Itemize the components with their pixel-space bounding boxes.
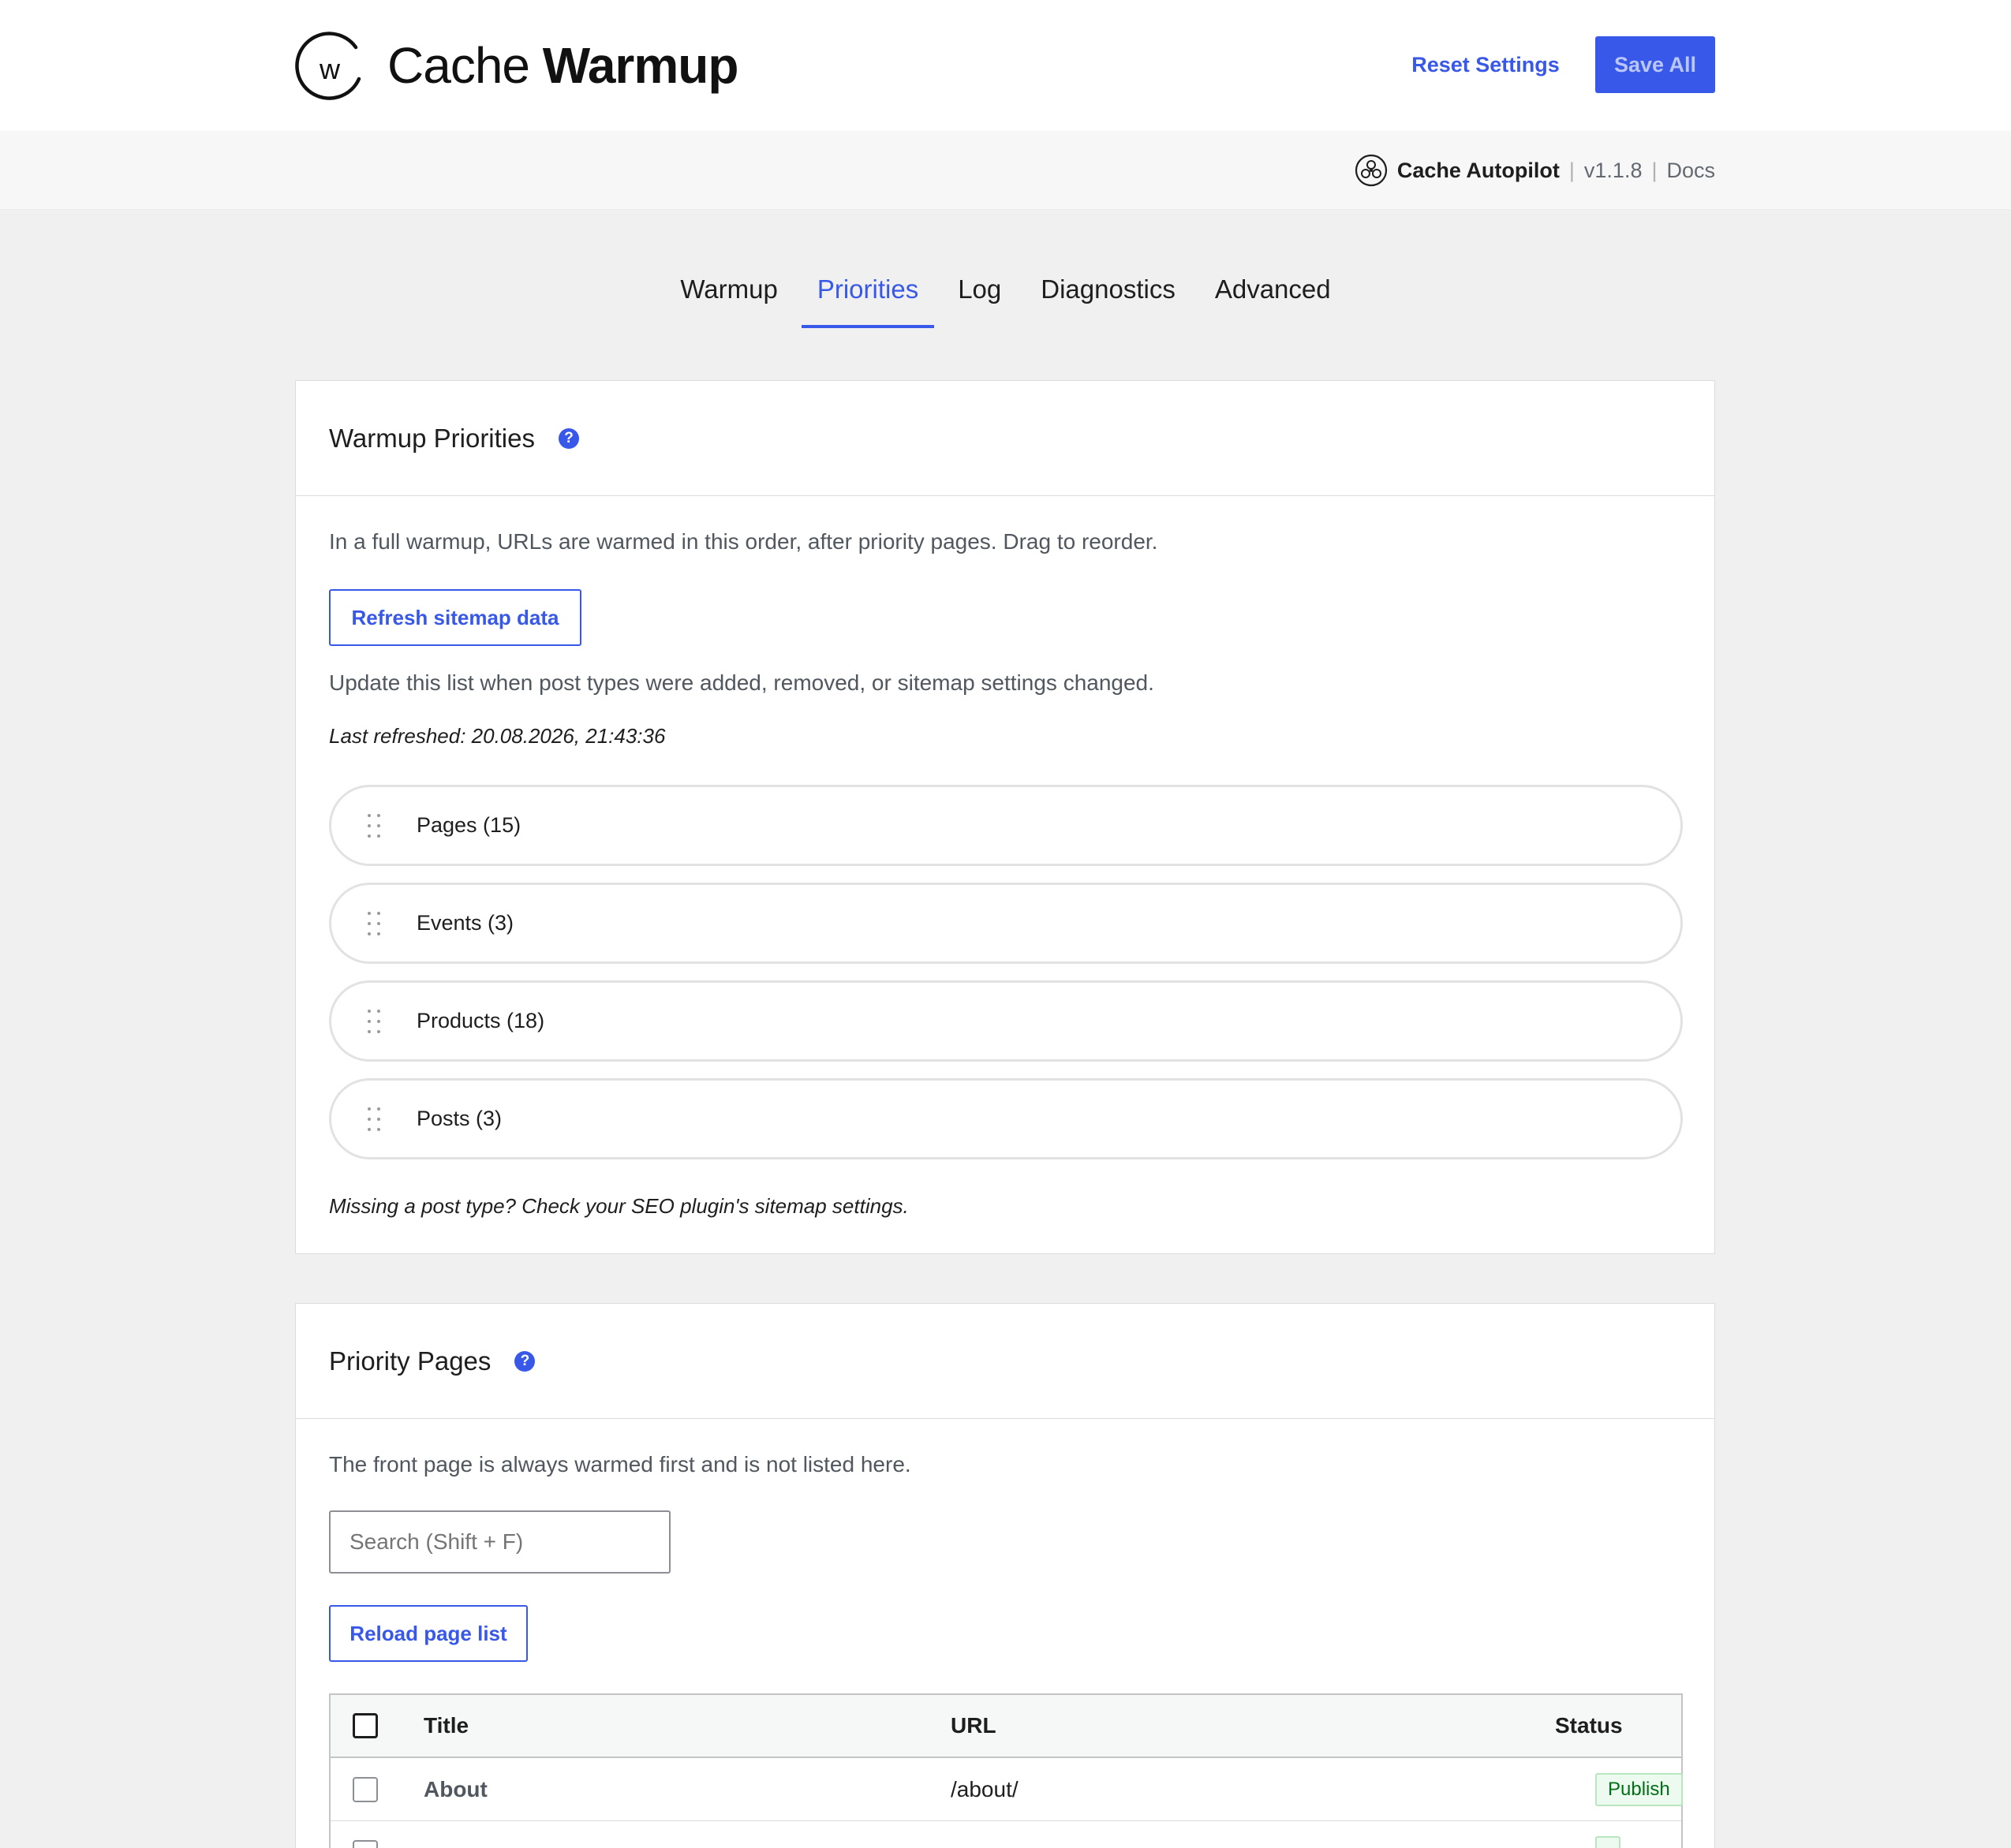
row-checkbox[interactable] — [353, 1839, 378, 1848]
drag-handle-icon[interactable] — [368, 1009, 382, 1033]
post-type-label: Pages (15) — [417, 813, 521, 837]
post-type-item[interactable]: Pages (15) — [329, 785, 1683, 866]
drag-handle-icon[interactable] — [368, 1107, 382, 1131]
post-type-label: Events (3) — [417, 911, 514, 935]
separator: | — [1568, 158, 1575, 182]
warmup-priorities-card: Warmup Priorities ? In a full warmup, UR… — [295, 380, 1715, 1254]
cache-warmup-logo-icon: w — [295, 31, 361, 100]
post-type-item[interactable]: Products (18) — [329, 980, 1683, 1062]
card-title: Warmup Priorities — [329, 423, 535, 453]
table-row[interactable] — [331, 1821, 1681, 1848]
help-icon[interactable]: ? — [514, 1350, 536, 1372]
refresh-hint: Update this list when post types were ad… — [329, 670, 1154, 695]
product-info: Cache Autopilot | v1.1.8 | Docs — [1355, 154, 1715, 187]
reset-settings-button[interactable]: Reset Settings — [1403, 36, 1568, 93]
tab-warmup[interactable]: Warmup — [664, 267, 793, 328]
page-url: /about/ — [951, 1776, 1019, 1801]
missing-post-type-note: Missing a post type? Check your SEO plug… — [329, 1194, 909, 1218]
product-name[interactable]: Cache Autopilot — [1397, 159, 1560, 183]
status-badge — [1595, 1835, 1620, 1848]
description: In a full warmup, URLs are warmed in thi… — [329, 529, 1158, 554]
table-row[interactable]: About /about/ Publish — [331, 1758, 1683, 1821]
post-type-label: Posts (3) — [417, 1107, 503, 1130]
description: The front page is always warmed first an… — [329, 1452, 911, 1477]
column-status[interactable]: Status — [1555, 1713, 1623, 1738]
drag-handle-icon[interactable] — [368, 911, 382, 935]
page-title: About — [424, 1776, 488, 1801]
table-header: Title URL Status — [331, 1695, 1681, 1758]
drag-handle-icon[interactable] — [368, 813, 382, 838]
last-refreshed: Last refreshed: 20.08.2026, 21:43:36 — [329, 724, 666, 748]
status-badge: Publish — [1595, 1772, 1683, 1806]
select-all-checkbox[interactable] — [353, 1713, 378, 1738]
version-label: v1.1.8 — [1583, 158, 1643, 182]
row-checkbox[interactable] — [353, 1776, 378, 1802]
column-title[interactable]: Title — [424, 1713, 469, 1738]
brand: w Cache Warmup — [294, 28, 738, 103]
tab-diagnostics[interactable]: Diagnostics — [1025, 267, 1191, 328]
priority-pages-card: Priority Pages ? The front page is alway… — [295, 1303, 1715, 1848]
cache-autopilot-logo-icon — [1355, 154, 1387, 187]
svg-text:w: w — [319, 53, 341, 85]
tab-priorities[interactable]: Priorities — [801, 267, 935, 328]
pages-table: Title URL Status About /about/ Publish — [329, 1693, 1683, 1848]
post-type-label: Products (18) — [417, 1009, 545, 1032]
card-title: Priority Pages — [329, 1346, 492, 1376]
card-header: Priority Pages ? — [296, 1304, 1714, 1419]
refresh-sitemap-button[interactable]: Refresh sitemap data — [329, 589, 581, 646]
reload-page-list-button[interactable]: Reload page list — [329, 1605, 528, 1662]
card-header: Warmup Priorities ? — [296, 381, 1714, 496]
tab-log[interactable]: Log — [942, 267, 1017, 328]
app-title: Cache Warmup — [387, 36, 738, 94]
separator: | — [1651, 158, 1658, 182]
post-type-item[interactable]: Posts (3) — [329, 1078, 1683, 1159]
help-icon[interactable]: ? — [559, 427, 579, 449]
tab-advanced[interactable]: Advanced — [1199, 267, 1347, 328]
docs-link[interactable]: Docs — [1666, 159, 1715, 183]
search-input[interactable] — [329, 1510, 671, 1574]
top-header: w Cache Warmup Reset Settings Save All — [0, 0, 2011, 131]
save-all-button[interactable]: Save All — [1595, 36, 1715, 93]
post-type-item[interactable]: Events (3) — [329, 883, 1683, 964]
column-url[interactable]: URL — [951, 1713, 996, 1738]
tab-bar: Warmup Priorities Log Diagnostics Advanc… — [0, 267, 2011, 328]
